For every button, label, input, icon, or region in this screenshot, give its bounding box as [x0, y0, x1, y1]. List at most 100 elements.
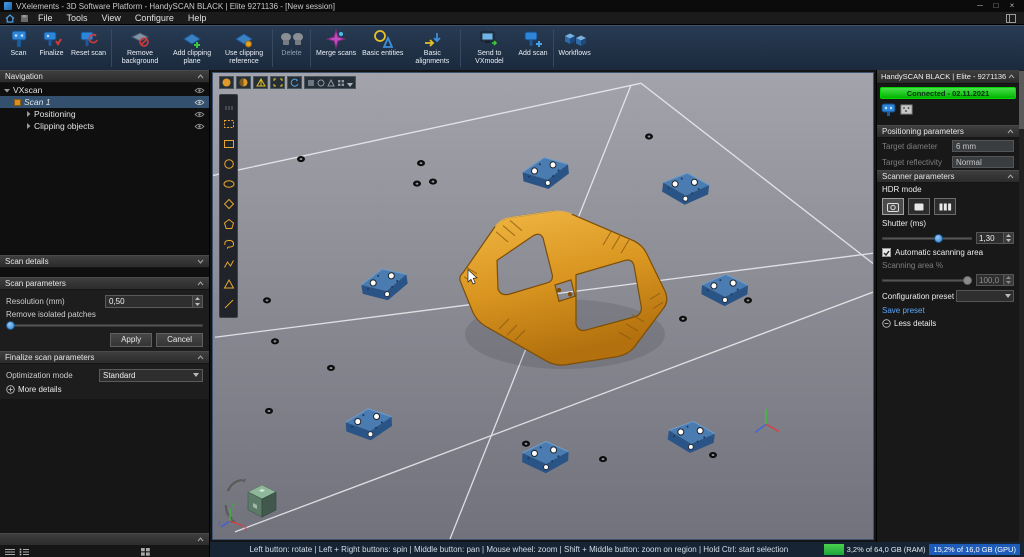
select-rect-tool[interactable] — [223, 137, 235, 155]
navigation-cube[interactable]: x y z — [218, 475, 282, 536]
visibility-eye-icon[interactable] — [194, 87, 205, 94]
layout-icon[interactable] — [1004, 12, 1018, 24]
auto-scanning-area-checkbox[interactable] — [882, 248, 891, 257]
send-to-vxmodel-button[interactable]: Send to VXmodel — [463, 27, 515, 69]
stepper-arrows[interactable] — [1003, 275, 1013, 285]
configuration-preset-select[interactable] — [956, 290, 1014, 302]
shaded-edges-view-button[interactable] — [236, 76, 251, 89]
select-diamond-tool[interactable] — [223, 197, 235, 215]
detail-view-icon[interactable] — [19, 543, 29, 557]
select-circle-tool[interactable] — [223, 157, 235, 175]
view-option-icon[interactable] — [307, 74, 315, 92]
select-triangle-tool[interactable] — [223, 277, 235, 295]
home-icon[interactable] — [3, 12, 17, 24]
shutter-stepper[interactable] — [976, 232, 1014, 244]
bottom-section-header[interactable] — [0, 533, 209, 546]
close-button[interactable]: × — [1004, 0, 1020, 12]
optimization-mode-select[interactable]: Standard — [99, 369, 203, 382]
apply-button[interactable]: Apply — [110, 333, 152, 347]
step-down-icon[interactable] — [1004, 280, 1013, 285]
finalize-button[interactable]: Finalize — [35, 27, 68, 69]
scrollbar-thumb[interactable] — [1019, 71, 1024, 129]
scan-details-header[interactable]: Scan details — [0, 255, 209, 268]
select-polygon-tool[interactable] — [223, 217, 235, 235]
step-down-icon[interactable] — [193, 301, 202, 307]
shutter-slider[interactable] — [882, 234, 972, 243]
tree-item-vxscan[interactable]: VXscan — [0, 84, 209, 96]
hdr-mode-camera-button[interactable] — [882, 198, 904, 215]
select-line-tool[interactable] — [223, 297, 235, 315]
add-scan-button[interactable]: Add scan — [515, 27, 550, 69]
less-details-toggle[interactable]: Less details — [882, 319, 1014, 328]
resolution-input[interactable] — [106, 296, 192, 307]
device-panel-header[interactable]: HandySCAN BLACK | Elite - 9271136 — [877, 70, 1019, 84]
add-clipping-plane-button[interactable]: Add clipping plane — [166, 27, 218, 69]
menu-tools[interactable]: Tools — [60, 12, 95, 25]
menu-file[interactable]: File — [31, 12, 60, 25]
basic-alignments-button[interactable]: Basic alignments — [406, 27, 458, 69]
remove-background-button[interactable]: Remove background — [114, 27, 166, 69]
select-lasso-tool[interactable] — [223, 237, 235, 255]
navigation-header[interactable]: Navigation — [0, 70, 209, 83]
tree-item-clipping-objects[interactable]: Clipping objects — [0, 120, 209, 132]
tree-item-scan1[interactable]: Scan 1 — [0, 96, 209, 108]
scanner-device-icon[interactable] — [881, 103, 896, 121]
view-option-icon[interactable] — [337, 74, 345, 92]
dropdown-caret-icon[interactable] — [347, 74, 353, 92]
isolated-patches-slider[interactable] — [6, 321, 203, 330]
cancel-button[interactable]: Cancel — [156, 333, 203, 347]
list-view-icon[interactable] — [5, 543, 15, 557]
select-ellipse-tool[interactable] — [223, 177, 235, 195]
wireframe-view-button[interactable] — [253, 76, 268, 89]
shutter-input[interactable] — [977, 233, 1003, 243]
use-clipping-reference-button[interactable]: Use clipping reference — [218, 27, 270, 69]
scanning-area-slider[interactable] — [882, 276, 972, 285]
calibration-card-icon[interactable] — [900, 103, 913, 121]
view-option-icon[interactable] — [317, 74, 325, 92]
rotate-view-button[interactable] — [287, 76, 302, 89]
stepper-arrows[interactable] — [1003, 233, 1013, 243]
visibility-eye-icon[interactable] — [194, 123, 205, 130]
scanning-area-stepper[interactable] — [976, 274, 1014, 286]
target-diameter-field[interactable] — [952, 140, 1014, 152]
minimize-button[interactable]: ─ — [972, 0, 988, 12]
target-diameter-input[interactable] — [953, 141, 1013, 151]
step-down-icon[interactable] — [1004, 238, 1013, 243]
slider-handle[interactable] — [6, 321, 15, 330]
finalize-parameters-header[interactable]: Finalize scan parameters — [0, 351, 209, 364]
scanning-area-input[interactable] — [977, 275, 1003, 285]
scan-button[interactable]: Scan — [2, 27, 35, 69]
target-reflectivity-input[interactable] — [953, 157, 1013, 167]
stepper-arrows[interactable] — [192, 296, 202, 307]
positioning-parameters-header[interactable]: Positioning parameters — [877, 125, 1019, 138]
select-dashed-rect-tool[interactable] — [223, 117, 235, 135]
visibility-eye-icon[interactable] — [194, 111, 205, 118]
hdr-mode-multi-button[interactable] — [934, 198, 956, 215]
target-reflectivity-field[interactable] — [952, 156, 1014, 168]
select-polyline-tool[interactable] — [223, 257, 235, 275]
save-preset-link[interactable]: Save preset — [882, 306, 1014, 315]
basic-entities-button[interactable]: Basic entities — [359, 27, 406, 69]
menu-view[interactable]: View — [95, 12, 128, 25]
menu-help[interactable]: Help — [181, 12, 214, 25]
view-option-icon[interactable] — [327, 74, 335, 92]
merge-scans-button[interactable]: Merge scans — [313, 27, 359, 69]
fit-view-button[interactable] — [270, 76, 285, 89]
panel-scrollbar[interactable] — [1019, 70, 1024, 542]
maximize-button[interactable]: □ — [988, 0, 1004, 12]
more-details-toggle[interactable]: More details — [6, 385, 203, 394]
hdr-mode-single-button[interactable] — [908, 198, 930, 215]
shaded-view-button[interactable] — [219, 76, 234, 89]
slider-handle[interactable] — [934, 234, 943, 243]
session-icon[interactable] — [17, 12, 31, 24]
delete-button[interactable]: Delete — [275, 27, 308, 69]
resolution-stepper[interactable] — [105, 295, 203, 308]
visibility-eye-icon[interactable] — [194, 99, 205, 106]
viewport-3d[interactable]: x y z — [212, 72, 874, 540]
tree-item-positioning[interactable]: Positioning — [0, 108, 209, 120]
menu-configure[interactable]: Configure — [128, 12, 181, 25]
reset-scan-button[interactable]: Reset scan — [68, 27, 109, 69]
slider-handle[interactable] — [963, 276, 972, 285]
scanner-parameters-header[interactable]: Scanner parameters — [877, 170, 1019, 183]
scan-parameters-header[interactable]: Scan parameters — [0, 277, 209, 290]
